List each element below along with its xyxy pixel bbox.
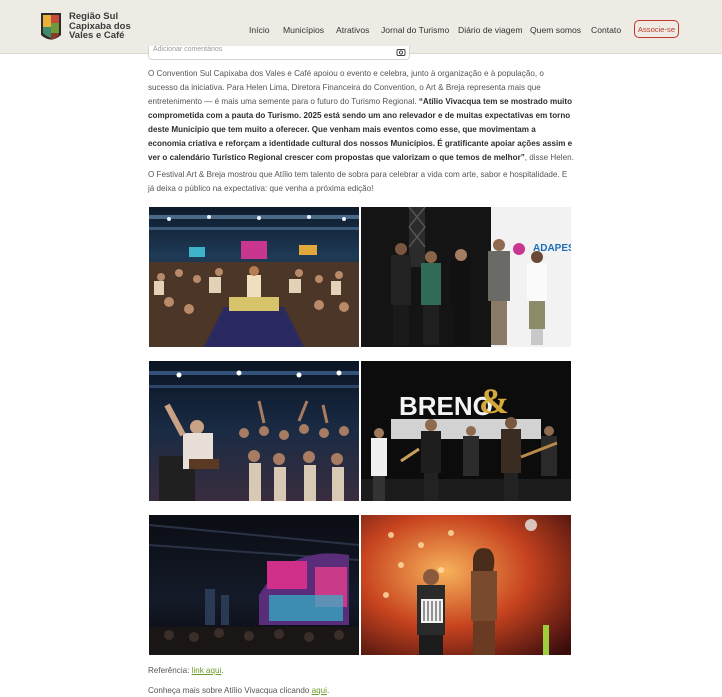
article-paragraph-2: O Festival Art & Breja mostrou que Atíli… (148, 170, 568, 193)
site-logo[interactable] (38, 11, 64, 44)
reference-link[interactable]: link aqui (192, 666, 222, 675)
comment-field-placeholder: Adicionar comentários (153, 46, 223, 53)
more-info-link[interactable]: aqui (312, 686, 327, 695)
nav-municipios[interactable]: Municípios (283, 25, 324, 35)
gallery-photo-concert-crowd[interactable] (149, 361, 359, 501)
gallery-photo-band-stage[interactable]: BRENO & (361, 361, 571, 501)
associe-se-button[interactable]: Associe-se (634, 20, 679, 38)
camera-icon[interactable] (396, 47, 406, 57)
comment-field[interactable]: Adicionar comentários (148, 46, 410, 60)
gallery-photo-accordion-singer[interactable] (361, 515, 571, 655)
more-info-line: Conheça mais sobre Atílio Vivacqua clica… (148, 686, 330, 695)
nav-diario-de-viagem[interactable]: Diário de viagem (458, 25, 522, 35)
gallery-photo-lit-stage[interactable] (149, 515, 359, 655)
site-brand-name[interactable]: Região Sul Capixaba dos Vales e Café (69, 12, 131, 41)
nav-jornal-do-turismo[interactable]: Jornal do Turismo (381, 25, 449, 35)
photo-band-ampersand: & (479, 381, 509, 421)
gallery-photo-stage-speech[interactable]: ADAPES (361, 207, 571, 347)
nav-inicio[interactable]: Início (249, 25, 270, 35)
helen-quote: “Atílio Vivacqua tem se mostrado muito c… (148, 97, 573, 162)
article-paragraph-1: O Convention Sul Capixaba dos Vales e Ca… (148, 69, 574, 162)
nav-quem-somos[interactable]: Quem somos (530, 25, 581, 35)
gallery-photo-crowd-arena[interactable] (149, 207, 359, 347)
nav-contato[interactable]: Contato (591, 25, 621, 35)
reference-line: Referência: link aqui. (148, 666, 224, 675)
nav-atrativos[interactable]: Atrativos (336, 25, 369, 35)
